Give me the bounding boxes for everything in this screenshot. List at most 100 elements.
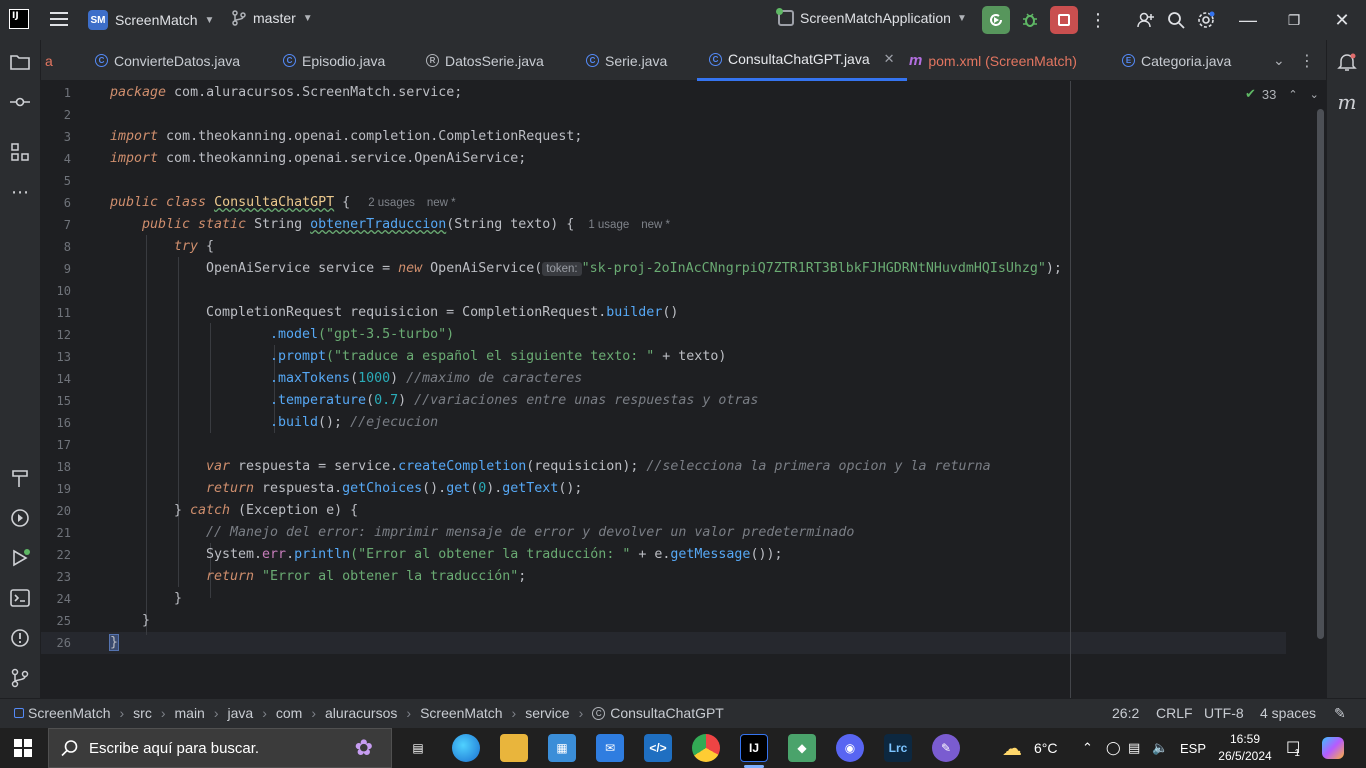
close-window-icon[interactable]: ✕ <box>1330 8 1354 32</box>
tab-categoria[interactable]: E Categoria.java <box>1122 40 1231 81</box>
code-editor[interactable]: 1 2 3 4 5 6 7 8 9 10 11 12 13 14 15 16 17 18 19 20 21 22 23 24 2… <box>41 81 1326 698</box>
breadcrumb-item[interactable]: src <box>133 705 152 721</box>
intellij-logo-icon[interactable]: IJ <box>9 9 29 29</box>
paint-icon[interactable]: ✎ <box>932 734 960 762</box>
branch-selector[interactable]: master ▼ <box>232 10 313 26</box>
indent-setting[interactable]: 4 spaces <box>1260 705 1316 721</box>
more-actions-icon[interactable]: ⋮ <box>1086 8 1110 32</box>
project-selector[interactable]: SM ScreenMatch ▼ <box>88 10 214 30</box>
chevron-down-icon[interactable]: ⌄ <box>1310 88 1319 101</box>
breadcrumb-item[interactable]: aluracursos <box>325 705 397 721</box>
chevron-up-icon[interactable]: ⌃ <box>1288 88 1297 101</box>
line-number[interactable]: 5 <box>41 174 71 188</box>
line-number[interactable]: 11 <box>41 306 71 320</box>
breadcrumb-item[interactable]: main <box>175 705 205 721</box>
tab-serie[interactable]: C Serie.java <box>586 40 667 81</box>
discord-icon[interactable]: ◉ <box>836 734 864 762</box>
breadcrumb-item[interactable]: ScreenMatch <box>28 705 110 721</box>
line-number[interactable]: 14 <box>41 372 71 386</box>
line-number[interactable]: 8 <box>41 240 71 254</box>
terminal-icon[interactable] <box>8 586 32 610</box>
minimize-window-icon[interactable]: — <box>1236 8 1260 32</box>
search-icon[interactable] <box>1164 8 1188 32</box>
system-clock[interactable]: 16:59 26/5/2024 <box>1208 731 1282 765</box>
more-tools-icon[interactable]: ⋯ <box>8 180 32 204</box>
problems-icon[interactable] <box>8 626 32 650</box>
lightroom-icon[interactable]: Lrc <box>884 734 912 762</box>
breadcrumb-item[interactable]: ConsultaChatGPT <box>610 705 724 721</box>
tabs-dropdown-icon[interactable]: ⌄ <box>1273 40 1285 81</box>
windows-start-icon[interactable] <box>14 739 32 757</box>
rerun-button[interactable] <box>982 6 1010 34</box>
breadcrumb-item[interactable]: service <box>525 705 569 721</box>
vertical-scrollbar[interactable] <box>1317 109 1324 639</box>
tab-episodio[interactable]: C Episodio.java <box>283 40 385 81</box>
line-number[interactable]: 24 <box>41 592 71 606</box>
line-number[interactable]: 20 <box>41 504 71 518</box>
copilot-icon[interactable] <box>1322 728 1344 768</box>
mail-icon[interactable]: ✉ <box>596 734 624 762</box>
weather-widget[interactable]: ☁ 6°C <box>1002 728 1058 768</box>
stop-button[interactable] <box>1050 6 1078 34</box>
settings-gear-icon[interactable] <box>1194 8 1218 32</box>
line-number[interactable]: 23 <box>41 570 71 584</box>
file-encoding[interactable]: UTF-8 <box>1204 705 1244 721</box>
taskbar-search[interactable]: Escribe aquí para buscar. ✿ <box>48 728 392 768</box>
chrome-icon[interactable] <box>692 734 720 762</box>
line-number[interactable]: 7 <box>41 218 71 232</box>
edge-icon[interactable] <box>452 734 480 762</box>
inspections-widget[interactable]: ✔ 33 ⌃ ⌄ <box>1245 86 1319 102</box>
line-number[interactable]: 17 <box>41 438 71 452</box>
maven-icon[interactable]: m <box>1335 90 1359 114</box>
file-explorer-icon[interactable] <box>500 734 528 762</box>
line-number[interactable]: 25 <box>41 614 71 628</box>
code-area[interactable]: package com.aluracursos.ScreenMatch.serv… <box>108 81 1320 698</box>
line-number[interactable]: 18 <box>41 460 71 474</box>
tab-truncated[interactable]: a <box>45 40 53 81</box>
line-number[interactable]: 22 <box>41 548 71 562</box>
line-number[interactable]: 13 <box>41 350 71 364</box>
notifications-center-icon[interactable]: ☐ 1 <box>1286 728 1300 768</box>
tabs-more-icon[interactable]: ⋮ <box>1299 40 1315 81</box>
tab-consulta-chatgpt[interactable]: C ConsultaChatGPT.java ✕ <box>697 40 907 81</box>
line-number[interactable]: 2 <box>41 108 71 122</box>
tab-convierte-datos[interactable]: C ConvierteDatos.java <box>95 40 240 81</box>
add-user-icon[interactable] <box>1134 8 1158 32</box>
tray-onedrive-icon[interactable]: ◯ <box>1106 728 1121 768</box>
build-hammer-icon[interactable] <box>8 466 32 490</box>
line-number[interactable]: 19 <box>41 482 71 496</box>
language-indicator[interactable]: ESP <box>1180 728 1206 768</box>
main-menu-icon[interactable] <box>50 12 68 28</box>
commit-icon[interactable] <box>8 90 32 114</box>
restore-window-icon[interactable]: ❐ <box>1282 8 1306 32</box>
git-icon[interactable] <box>8 666 32 690</box>
breadcrumb-item[interactable]: java <box>228 705 254 721</box>
git-tool-icon[interactable]: ◆ <box>788 734 816 762</box>
line-number[interactable]: 6 <box>41 196 71 210</box>
line-number[interactable]: 9 <box>41 262 71 276</box>
line-number[interactable]: 4 <box>41 152 71 166</box>
tab-datos-serie[interactable]: R DatosSerie.java <box>426 40 544 81</box>
caret-position[interactable]: 26:2 <box>1112 705 1139 721</box>
tab-pom-xml[interactable]: m pom.xml (ScreenMatch) <box>909 40 1077 81</box>
line-number[interactable]: 26 <box>41 636 71 650</box>
network-icon[interactable]: ▤ <box>1128 728 1140 768</box>
line-number[interactable]: 12 <box>41 328 71 342</box>
notifications-bell-icon[interactable] <box>1335 50 1359 74</box>
line-number[interactable]: 1 <box>41 86 71 100</box>
run-config-selector[interactable]: ScreenMatchApplication ▼ <box>776 8 967 26</box>
store-icon[interactable]: ▦ <box>548 734 576 762</box>
volume-icon[interactable]: 🔈 <box>1152 728 1168 768</box>
tray-chevron-icon[interactable]: ⌃ <box>1082 728 1093 768</box>
close-tab-icon[interactable]: ✕ <box>884 51 895 67</box>
structure-icon[interactable] <box>8 140 32 164</box>
breadcrumb-item[interactable]: com <box>276 705 302 721</box>
vscode-icon[interactable]: </> <box>644 734 672 762</box>
line-number[interactable]: 10 <box>41 284 71 298</box>
project-folder-icon[interactable] <box>8 50 32 74</box>
line-number[interactable]: 21 <box>41 526 71 540</box>
intellij-icon[interactable]: IJ <box>740 734 768 762</box>
breadcrumb-item[interactable]: ScreenMatch <box>420 705 502 721</box>
line-separator[interactable]: CRLF <box>1156 705 1193 721</box>
services-icon[interactable] <box>8 506 32 530</box>
